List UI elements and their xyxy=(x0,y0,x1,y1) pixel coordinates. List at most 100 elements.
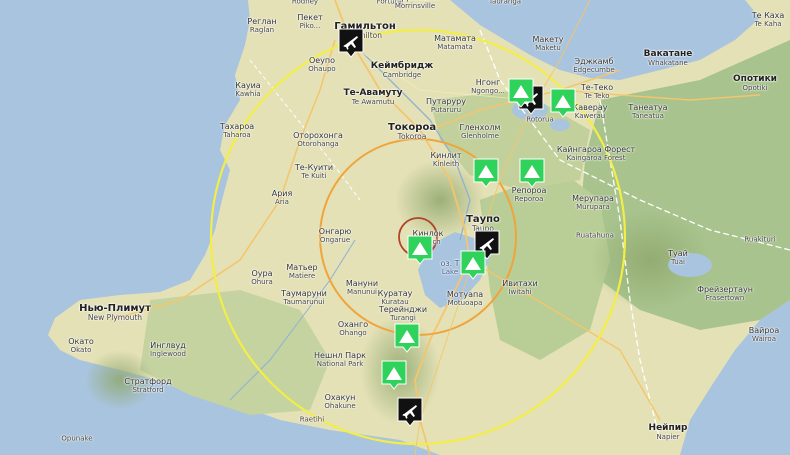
place-label-matamata[interactable]: Матамата Matamata xyxy=(434,34,476,52)
place-name-ru: Гленхолм xyxy=(459,123,501,132)
place-name-en: National Park xyxy=(316,360,364,368)
place-label-ohango[interactable]: Охангo Ohango xyxy=(338,320,368,338)
place-label-stratford[interactable]: Стратфорд Stratford xyxy=(124,377,171,395)
place-name-ru: Эджкамб xyxy=(574,57,614,66)
place-label-new-plymouth[interactable]: Нью-Плимут New Plymouth xyxy=(79,303,151,323)
place-label-taneatua[interactable]: Танеатуа Taneatua xyxy=(628,103,667,121)
place-name-ru: Мотуапа xyxy=(446,290,484,299)
place-name-en: Iwitahi xyxy=(508,288,532,296)
place-label-cambridge[interactable]: Кеймбридж Cambridge xyxy=(371,62,433,80)
place-label-edgecumbe[interactable]: Эджкамб Edgecumbe xyxy=(573,57,614,75)
place-name-ru: Каверау xyxy=(572,103,608,112)
volcano-icon xyxy=(550,88,576,118)
place-name-ru: Вакатане xyxy=(643,49,693,59)
place-name-en: Te Awamutu xyxy=(351,98,395,106)
place-name-ru: Те-Куити xyxy=(294,163,334,172)
place-name-ru: Те Каха xyxy=(751,11,785,20)
place-label-te-teko[interactable]: Те-Теко Te Teko xyxy=(581,83,613,101)
place-label-tuai[interactable]: Туай Tuai xyxy=(668,249,688,267)
place-label-okato[interactable]: Окато Okato xyxy=(68,337,94,355)
place-label-tauranga[interactable]: Tauranga xyxy=(489,0,521,7)
place-label-opunake[interactable]: Opunake xyxy=(61,435,92,444)
place-name-ru: Танеатуа xyxy=(628,103,668,112)
place-name-en: Ohakune xyxy=(324,402,356,410)
airport-hamilton-marker[interactable] xyxy=(338,28,364,58)
place-name-ru: Матьер xyxy=(286,263,318,272)
place-label-kawhia[interactable]: Кауиа Kawhia xyxy=(235,81,260,99)
place-label-aria[interactable]: Ария Aria xyxy=(272,189,293,207)
place-label-raglan[interactable]: Реглан Raglan xyxy=(247,17,276,35)
place-label-kaingaroa[interactable]: Кайнгароа Форест Kaingaroa Forest xyxy=(557,145,635,163)
place-name-ru: Пекет xyxy=(297,13,323,22)
place-label-ohura[interactable]: Оура Ohura xyxy=(251,269,273,287)
place-label-ngongotaha[interactable]: Нгонг Ngongo... xyxy=(471,78,505,96)
place-label-otorohanga[interactable]: Оторохонга Otorohanga xyxy=(293,131,343,149)
place-label-te-kaha[interactable]: Те Каха Te Kaha xyxy=(752,11,785,29)
place-name-en: Ongarue xyxy=(319,236,351,244)
place-name-ru: Опотики xyxy=(733,74,777,84)
place-name-en: Inglewood xyxy=(150,350,186,358)
place-label-kawerau[interactable]: Каверау Kawerau xyxy=(573,103,608,121)
place-label-taharoa[interactable]: Тахароа Taharoa xyxy=(220,122,254,140)
place-label-inglewood[interactable]: Инглвуд Inglewood xyxy=(150,341,186,359)
volcano-2-marker[interactable] xyxy=(550,88,576,118)
place-name-en: Ohango xyxy=(339,329,367,337)
place-label-glenholme[interactable]: Гленхолм Glenholme xyxy=(460,123,501,141)
place-name-ru: Нью-Плимут xyxy=(79,303,151,314)
place-label-ruatahuna[interactable]: Ruatahuna xyxy=(576,232,614,241)
place-label-motuoapa[interactable]: Мотуапа Motuoapa xyxy=(447,290,483,308)
place-name-ru: Охакун xyxy=(324,393,356,402)
place-label-napier[interactable]: Нейпир Napier xyxy=(649,424,688,442)
place-label-tokoroa[interactable]: Токороа Tokoroa xyxy=(387,122,437,142)
place-label-manunui[interactable]: Мануни Manunui xyxy=(346,279,378,297)
place-label-te-awamutu[interactable]: Те-Авамуту Te Awamutu xyxy=(343,89,402,107)
volcano-8-marker[interactable] xyxy=(407,235,433,265)
place-name-ru: Токороа xyxy=(387,122,437,133)
place-name-ru: Макету xyxy=(532,35,564,44)
place-label-raetihi[interactable]: Raetihi xyxy=(300,416,324,425)
volcano-3-marker[interactable] xyxy=(473,158,499,188)
place-label-kinleith[interactable]: Кинлит Kinleith xyxy=(430,151,461,169)
volcano-1-marker[interactable] xyxy=(508,78,534,108)
place-label-whakatane[interactable]: Вакатане Whakatane xyxy=(644,50,693,68)
place-label-te-kuiti[interactable]: Те-Куити Te Kuiti xyxy=(295,163,333,181)
volcano-7-marker[interactable] xyxy=(381,360,407,390)
place-label-ongarue[interactable]: Онгарю Ongarue xyxy=(319,227,351,245)
place-label-opotiki[interactable]: Опотики Opotiki xyxy=(733,75,777,93)
place-label-taumarunui[interactable]: Таумаруни Taumarunui xyxy=(281,289,327,307)
place-name-en: Okato xyxy=(70,346,92,354)
place-name-en: Lake xyxy=(441,268,459,276)
volcano-5-marker[interactable] xyxy=(460,250,486,280)
place-label-iwitahi[interactable]: Ивитахи Iwitahi xyxy=(502,279,537,297)
place-name-en: Stratford xyxy=(132,386,164,394)
place-label-national-park[interactable]: Нешнл Парк National Park xyxy=(314,351,366,369)
place-label-maketu[interactable]: Макету Maketu xyxy=(533,35,564,53)
place-label-ohaupo[interactable]: Оеупо Ohaupo xyxy=(308,56,335,74)
place-name-en: Ruakituri xyxy=(744,235,776,244)
volcano-icon xyxy=(519,158,545,188)
volcano-icon xyxy=(508,78,534,108)
place-label-matiere[interactable]: Матьер Matiere xyxy=(286,263,317,281)
place-name-en: Taneatua xyxy=(632,112,664,120)
place-label-putaruru[interactable]: Путаруру Putaruru xyxy=(426,97,466,115)
place-label-ruakituri[interactable]: Ruakituri xyxy=(744,236,775,245)
place-label-wairoa[interactable]: Вайроа Wairoa xyxy=(749,326,779,344)
place-name-ru: Ивитахи xyxy=(502,279,538,288)
place-name-en: Kinleith xyxy=(432,160,460,168)
place-name-en: Edgecumbe xyxy=(573,66,615,74)
place-label-rodney[interactable]: Rodney xyxy=(292,0,318,7)
place-label-ohakune[interactable]: Охакун Ohakune xyxy=(324,393,355,411)
place-name-ru: Туай xyxy=(668,249,688,258)
volcano-6-marker[interactable] xyxy=(394,323,420,353)
place-name-ru: Кеймбридж xyxy=(370,61,434,71)
airport-waiouru-marker[interactable] xyxy=(397,397,423,427)
place-label-lake-taupo[interactable]: оз. Т Lake xyxy=(440,259,459,277)
place-name-en: Piko... xyxy=(299,22,321,30)
place-label-murupara[interactable]: Мерупара Murupara xyxy=(572,194,614,212)
place-label-morrinsville[interactable]: МоррінсвіллMorrinsville xyxy=(390,0,441,11)
place-label-pekat[interactable]: Пекет Piko... xyxy=(297,13,322,31)
place-label-turangi[interactable]: Терейнджи Turangi xyxy=(379,305,427,323)
place-label-reporoa[interactable]: Репороа Reporoa xyxy=(512,186,547,204)
place-label-frasertown[interactable]: Фрейзертаун Frasertown xyxy=(697,285,753,303)
volcano-4-marker[interactable] xyxy=(519,158,545,188)
